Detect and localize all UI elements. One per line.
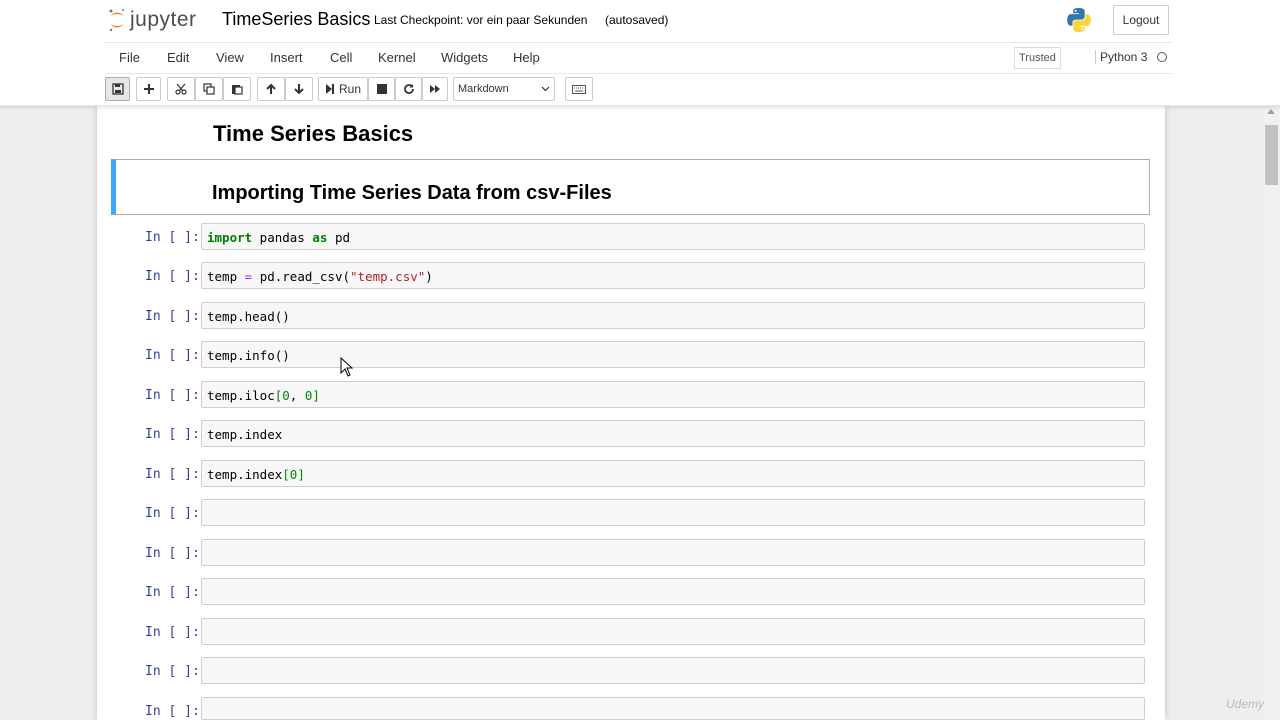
- cell-prompt: In [ ]:: [145, 704, 200, 719]
- code-cell-input[interactable]: [201, 618, 1145, 645]
- cell-prompt: In [ ]:: [145, 427, 200, 442]
- jupyter-orbit-icon: [109, 9, 124, 32]
- cell-prompt: In [ ]:: [145, 230, 200, 245]
- menubar: File Edit View Insert Cell Kernel Widget…: [105, 42, 1172, 74]
- code-token: =: [244, 269, 253, 284]
- move-up-button[interactable]: [257, 77, 285, 101]
- code-token: "temp.csv": [350, 269, 426, 284]
- autosave-status: (autosaved): [605, 13, 669, 27]
- refresh-icon: [403, 84, 414, 94]
- menu-help[interactable]: Help: [513, 50, 540, 65]
- logo-text: jupyter: [130, 8, 197, 31]
- code-token: [0: [274, 388, 290, 403]
- scroll-up-arrow-icon[interactable]: [1267, 109, 1275, 114]
- save-icon: [111, 83, 124, 95]
- code-cell-input[interactable]: [201, 499, 1145, 526]
- restart-button[interactable]: [395, 77, 422, 101]
- scrollbar-thumb[interactable]: [1265, 125, 1278, 185]
- stop-icon: [376, 84, 387, 94]
- arrow-down-icon: [294, 84, 304, 95]
- command-palette-button[interactable]: [565, 77, 593, 101]
- scissors-icon: [175, 83, 187, 95]
- interrupt-button[interactable]: [368, 77, 395, 101]
- notebook-title[interactable]: TimeSeries Basics: [222, 9, 370, 30]
- scrollbar[interactable]: [1263, 105, 1280, 720]
- code-cell-input[interactable]: [201, 697, 1145, 720]
- cell-prompt: In [ ]:: [145, 585, 200, 600]
- code-token: 0]: [304, 388, 320, 403]
- cut-button[interactable]: [167, 77, 195, 101]
- python-icon: [1066, 7, 1092, 38]
- keyboard-icon: [572, 84, 586, 94]
- cell-type-select[interactable]: Markdown: [453, 77, 555, 101]
- plus-icon: [143, 84, 154, 94]
- cell-prompt: In [ ]:: [145, 467, 200, 482]
- cell-prompt: In [ ]:: [145, 309, 200, 324]
- menu-edit[interactable]: Edit: [167, 50, 189, 65]
- checkpoint-status: Last Checkpoint: vor ein paar Sekunden: [374, 13, 588, 27]
- cell-prompt: In [ ]:: [145, 546, 200, 561]
- kernel-status-icon: [1157, 52, 1167, 62]
- step-forward-icon: [325, 84, 334, 94]
- insert-cell-button[interactable]: [136, 77, 161, 101]
- copy-icon: [203, 83, 215, 95]
- cell-prompt: In [ ]:: [145, 664, 200, 679]
- kernel-name: Python 3: [1095, 50, 1147, 64]
- logout-button[interactable]: Logout: [1113, 5, 1169, 35]
- trusted-indicator[interactable]: Trusted: [1014, 47, 1061, 69]
- code-cell-input[interactable]: temp.index[0]: [201, 460, 1145, 487]
- code-token: as: [312, 230, 328, 245]
- code-cell-input[interactable]: temp = pd.read_csv("temp.csv"): [201, 262, 1145, 289]
- code-cell-input[interactable]: temp.index: [201, 420, 1145, 447]
- cell-prompt: In [ ]:: [145, 625, 200, 640]
- copy-button[interactable]: [195, 77, 223, 101]
- code-token: import: [207, 230, 253, 245]
- menu-view[interactable]: View: [216, 50, 244, 65]
- cell-prompt: In [ ]:: [145, 506, 200, 521]
- fast-forward-icon: [430, 85, 440, 93]
- save-button[interactable]: [105, 77, 130, 101]
- mouse-cursor-icon: [340, 356, 354, 382]
- code-token: [0]: [282, 467, 305, 482]
- cell-prompt: In [ ]:: [145, 388, 200, 403]
- cell-prompt: In [ ]:: [145, 348, 200, 363]
- menu-kernel[interactable]: Kernel: [378, 50, 416, 65]
- chevron-down-icon: [541, 86, 550, 92]
- cell-prompt: In [ ]:: [145, 269, 200, 284]
- code-cell-input[interactable]: [201, 539, 1145, 566]
- code-cell-input[interactable]: temp.head(): [201, 302, 1145, 329]
- run-button[interactable]: Run: [318, 77, 368, 101]
- move-down-button[interactable]: [285, 77, 313, 101]
- code-cell-input[interactable]: [201, 578, 1145, 605]
- markdown-heading-1[interactable]: Time Series Basics: [213, 121, 413, 147]
- code-cell-input[interactable]: import pandas as pd: [201, 223, 1145, 250]
- code-cell-input[interactable]: temp.iloc[0, 0]: [201, 381, 1145, 408]
- run-label: Run: [338, 82, 361, 96]
- arrow-up-icon: [266, 83, 276, 94]
- menu-file[interactable]: File: [119, 50, 140, 65]
- code-cell-input[interactable]: [201, 657, 1145, 684]
- watermark: Udemy: [1226, 697, 1265, 711]
- markdown-heading-2: Importing Time Series Data from csv-File…: [212, 182, 612, 204]
- jupyter-logo[interactable]: jupyter: [108, 6, 197, 34]
- menu-insert[interactable]: Insert: [270, 50, 303, 65]
- menu-widgets[interactable]: Widgets: [441, 50, 488, 65]
- paste-button[interactable]: [223, 77, 251, 101]
- cell-type-value: Markdown: [458, 83, 509, 95]
- paste-icon: [232, 85, 243, 95]
- header: jupyter TimeSeries Basics Last Checkpoin…: [0, 0, 1280, 106]
- menu-cell[interactable]: Cell: [330, 50, 352, 65]
- restart-run-all-button[interactable]: [422, 77, 448, 101]
